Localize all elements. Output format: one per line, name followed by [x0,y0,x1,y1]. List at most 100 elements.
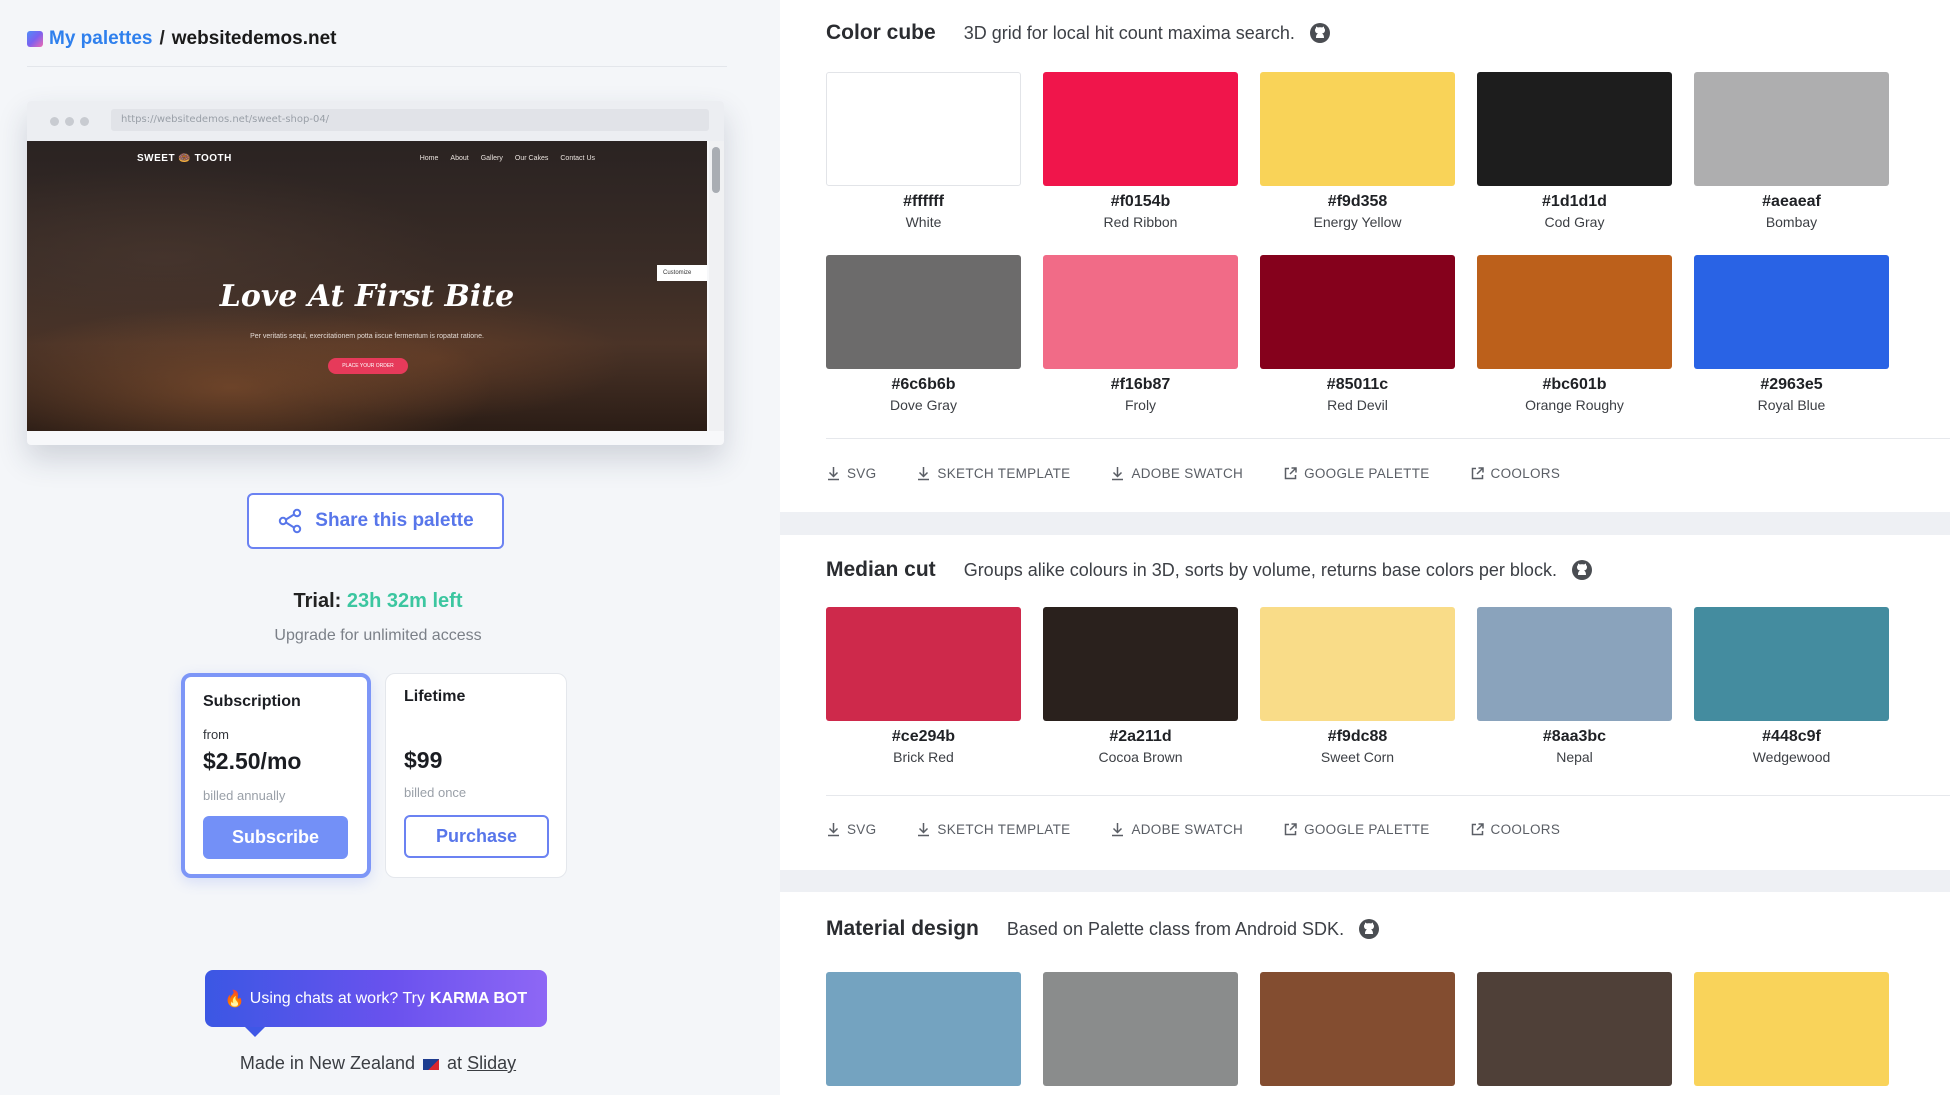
swatch-color[interactable] [1694,607,1889,721]
export-adobe-swatch-button[interactable]: ADOBE SWATCH [1110,466,1243,481]
breadcrumb-site: websitedemos.net [171,28,337,49]
swatch-color[interactable] [1477,72,1672,186]
color-swatch[interactable]: #f0154b Red Ribbon [1043,72,1238,230]
swatch-color[interactable] [1260,972,1455,1086]
swatch-color[interactable] [1694,255,1889,369]
color-swatch[interactable]: #448c9f Wedgewood [1694,607,1889,765]
window-dot-icon [80,117,89,126]
section-divider [826,438,1950,439]
preview-nav: Home About Gallery Our Cakes Contact Us [420,155,595,162]
plan-name: Subscription [203,693,301,710]
trial-time-left: 23h 32m left [346,590,463,612]
export-label: SKETCH TEMPLATE [937,822,1071,837]
swatch-color[interactable] [1043,607,1238,721]
swatch-color[interactable] [1694,972,1889,1086]
section-description: 3D grid for local hit count maxima searc… [963,22,1295,43]
subscribe-button[interactable]: Subscribe [203,816,348,859]
swatch-color[interactable] [1477,972,1672,1086]
swatch-color[interactable] [1694,72,1889,186]
swatch-color[interactable] [1477,255,1672,369]
swatch-name: Wedgewood [1752,749,1831,765]
color-swatch[interactable]: #ce294b Brick Red [826,607,1021,765]
export-label: ADOBE SWATCH [1131,822,1244,837]
export-google-palette-button[interactable]: GOOGLE PALETTE [1283,466,1429,481]
trial-label: Trial: [293,590,342,612]
color-swatch[interactable]: #f16b87 Froly [1043,255,1238,413]
swatch-hex: #2a211d [1109,728,1172,745]
preview-url: https://websitedemos.net/sweet-shop-04/ [111,109,709,131]
purchase-button[interactable]: Purchase [404,815,549,858]
color-swatch[interactable] [1043,972,1238,1086]
color-swatch[interactable]: #2a211d Cocoa Brown [1043,607,1238,765]
export-svg-button[interactable]: SVG [826,466,876,481]
color-swatch[interactable]: #8aa3bc Nepal [1477,607,1672,765]
color-swatch[interactable]: #1d1d1d Cod Gray [1477,72,1672,230]
color-swatch[interactable] [826,972,1021,1086]
preview-nav-item: About [450,155,469,162]
preview-customize: Customize [657,265,707,281]
export-adobe-swatch-button[interactable]: ADOBE SWATCH [1110,822,1243,837]
share-icon [279,508,302,534]
swatch-color[interactable] [826,72,1021,186]
color-swatch[interactable]: #85011c Red Devil [1260,255,1455,413]
preview-brand: SWEET 🍩 TOOTH [137,153,232,164]
plan-lifetime: Lifetime $99 billed once Purchase [385,673,567,878]
external-link-icon [1284,467,1297,480]
color-swatch[interactable]: #f9dc88 Sweet Corn [1260,607,1455,765]
swatch-color[interactable] [1260,72,1455,186]
plan-billing: billed annually [203,788,286,803]
swatch-color[interactable] [826,255,1021,369]
color-swatch[interactable] [1694,972,1889,1086]
swatch-color[interactable] [1043,255,1238,369]
swatch-color[interactable] [1043,972,1238,1086]
footer-made-in: Made in New Zealand at Sliday [0,1053,756,1074]
export-sketch-template-button[interactable]: SKETCH TEMPLATE [916,466,1070,481]
sliday-link[interactable]: Sliday [467,1053,516,1073]
swatch-color[interactable] [1477,607,1672,721]
nz-flag-icon [423,1058,440,1070]
export-label: GOOGLE PALETTE [1304,822,1430,837]
color-swatch[interactable]: #6c6b6b Dove Gray [826,255,1021,413]
swatch-color[interactable] [826,607,1021,721]
share-palette-button[interactable]: Share this palette [247,493,504,549]
export-svg-button[interactable]: SVG [826,822,876,837]
export-label: ADOBE SWATCH [1131,466,1244,481]
trial-status: Trial: 23h 32m left [0,590,756,613]
swatch-hex: #85011c [1326,376,1389,393]
color-swatch[interactable]: #bc601b Orange Roughy [1477,255,1672,413]
color-swatch[interactable]: #aeaeaf Bombay [1694,72,1889,230]
swatch-color[interactable] [1260,255,1455,369]
export-google-palette-button[interactable]: GOOGLE PALETTE [1283,822,1429,837]
export-label: SVG [847,466,877,481]
swatch-color[interactable] [826,972,1021,1086]
breadcrumb-my-palettes[interactable]: My palettes [49,28,152,50]
github-icon[interactable] [1309,22,1331,44]
swatch-name: Orange Roughy [1525,397,1624,413]
section-title: Color cube [826,21,936,44]
swatch-name: White [905,214,942,230]
github-icon[interactable] [1358,918,1380,940]
preview-nav-item: Our Cakes [514,155,549,162]
color-swatch[interactable]: #2963e5 Royal Blue [1694,255,1889,413]
color-swatch[interactable]: #f9d358 Energy Yellow [1260,72,1455,230]
external-link-icon [1471,467,1484,480]
external-link-icon [1284,823,1297,836]
preview-nav-item: Home [419,155,439,162]
section-description: Based on Palette class from Android SDK. [1006,918,1345,939]
swatch-color[interactable] [1260,607,1455,721]
color-swatch[interactable]: #ffffff White [826,72,1021,230]
swatch-color[interactable] [1043,72,1238,186]
swatch-name: Brick Red [893,749,954,765]
window-dot-icon [50,117,59,126]
github-icon[interactable] [1571,559,1593,581]
export-coolors-button[interactable]: COOLORS [1470,822,1561,837]
preview-nav-item: Contact Us [560,155,595,162]
karma-bot-promo[interactable]: 🔥 Using chats at work? Try KARMA BOT [205,970,547,1037]
upgrade-text: Upgrade for unlimited access [274,627,482,644]
color-swatch[interactable] [1260,972,1455,1086]
swatch-name: Energy Yellow [1313,214,1402,230]
export-coolors-button[interactable]: COOLORS [1470,466,1561,481]
export-sketch-template-button[interactable]: SKETCH TEMPLATE [916,822,1070,837]
color-swatch[interactable] [1477,972,1672,1086]
download-icon [918,467,930,481]
